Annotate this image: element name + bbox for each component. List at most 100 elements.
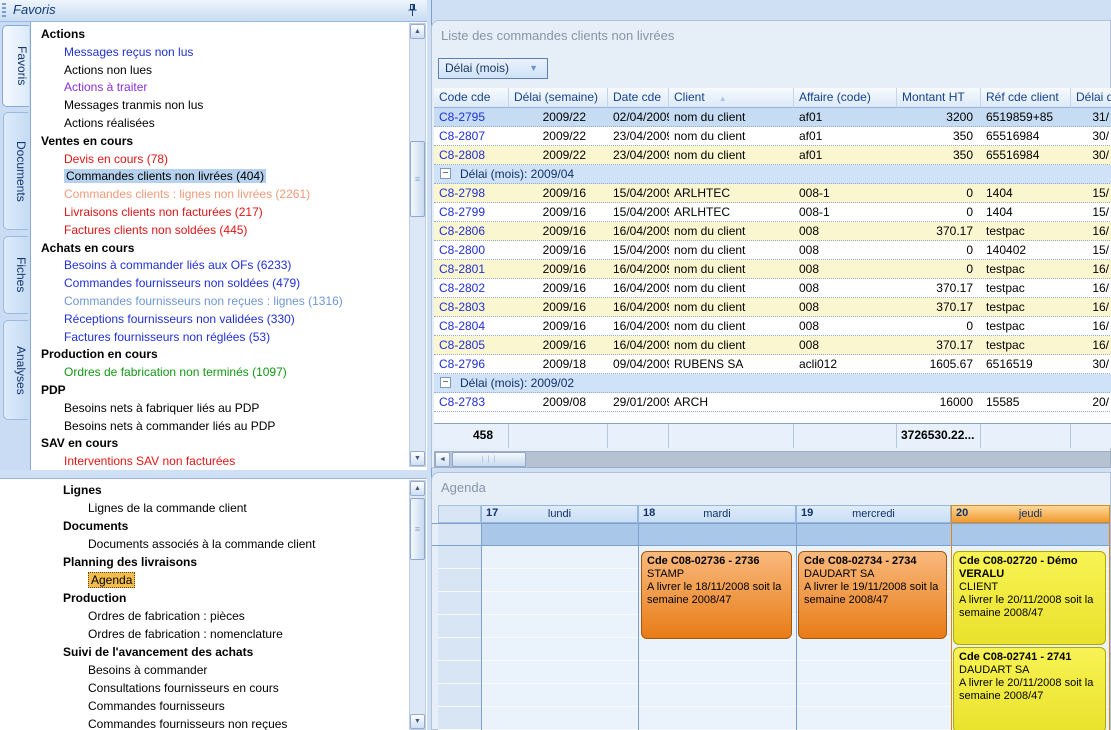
favorites-item[interactable]: Actions à traiter [31, 79, 427, 97]
table-cell: 16/04/2009 [608, 260, 669, 278]
favorites-item[interactable]: Besoins nets à fabriquer liés au PDP [31, 400, 427, 418]
day-column-lundi[interactable] [481, 546, 638, 730]
tab-favoris[interactable]: Favoris [2, 25, 29, 107]
favorites-item[interactable]: Commandes fournisseurs non soldées (479) [31, 275, 427, 293]
favorites-item[interactable]: Commandes clients non livrées (404) [31, 168, 427, 186]
table-cell: 15/ [1071, 203, 1111, 221]
scrollbar-thumb[interactable] [452, 452, 526, 467]
favorites-item-label: Messages reçus non lus [64, 45, 193, 59]
scroll-down-icon[interactable]: ▼ [410, 451, 425, 466]
favorites-item[interactable]: Réceptions fournisseurs non validées (33… [31, 311, 427, 329]
column-header-7[interactable]: Délai de [1071, 88, 1111, 108]
favorites-item[interactable]: Actions réalisées [31, 115, 427, 133]
table-horizontal-scrollbar[interactable]: ◄ [434, 451, 1111, 468]
context-item[interactable]: Agenda [0, 571, 427, 589]
tab-documents[interactable]: Documents [3, 112, 28, 230]
favorites-item[interactable]: Commandes fournisseurs non reçues : lign… [31, 293, 427, 311]
favorites-item[interactable]: Factures fournisseurs non réglées (53) [31, 329, 427, 347]
allday-cell-lundi[interactable] [481, 524, 638, 545]
table-row[interactable]: C8-27992009/1615/04/2009ARLHTEC008-10140… [434, 203, 1111, 222]
favorites-item[interactable]: Besoins nets à commander liés au PDP [31, 418, 427, 436]
scroll-left-icon[interactable]: ◄ [435, 452, 450, 467]
favorites-item[interactable]: Interventions SAV non facturées [31, 453, 427, 470]
scroll-down-icon[interactable]: ▼ [410, 714, 425, 729]
collapse-icon[interactable]: − [440, 377, 451, 388]
favorites-item[interactable]: Actions non lues [31, 62, 427, 80]
favorites-item[interactable]: Messages tranmis non lus [31, 97, 427, 115]
table-cell: 008-1 [794, 203, 897, 221]
table-group-row[interactable]: −Délai (mois): 2009/02 [434, 374, 1111, 393]
favorites-item-label: Livraisons clients non facturées (217) [64, 205, 263, 219]
group-by-dropdown[interactable]: Délai (mois) ▼ [438, 58, 548, 79]
context-scrollbar[interactable]: ▲ ▼ [409, 480, 426, 730]
day-header-lundi[interactable]: 17lundi [481, 505, 638, 523]
table-row[interactable]: C8-28042009/1616/04/2009nom du client008… [434, 317, 1111, 336]
context-item[interactable]: Documents associés à la commande client [0, 535, 427, 553]
favorites-item[interactable]: Commandes clients : lignes non livrées (… [31, 186, 427, 204]
table-cell: 008 [794, 222, 897, 240]
day-header-mardi[interactable]: 18mardi [638, 505, 796, 523]
table-row[interactable]: C8-28062009/1616/04/2009nom du client008… [434, 222, 1111, 241]
context-item[interactable]: Ordres de fabrication : nomenclature [0, 625, 427, 643]
context-item[interactable]: Commandes fournisseurs non reçues [0, 715, 427, 730]
tab-fiches[interactable]: Fiches [3, 236, 28, 314]
event-title: Cde C08-02741 - 2741 [959, 651, 1100, 664]
column-header-5[interactable]: Montant HT [897, 88, 981, 108]
table-row[interactable]: C8-28022009/1616/04/2009nom du client008… [434, 279, 1111, 298]
favorites-item[interactable]: Devis en cours (78) [31, 151, 427, 169]
context-item[interactable]: Commandes fournisseurs [0, 697, 427, 715]
table-cell: 3200 [897, 108, 981, 126]
scrollbar-thumb[interactable] [410, 141, 425, 217]
pin-icon[interactable] [406, 3, 419, 18]
table-row[interactable]: C8-28002009/1615/04/2009nom du client008… [434, 241, 1111, 260]
day-header-jeudi[interactable]: 20jeudi [951, 505, 1110, 523]
agenda-event[interactable]: Cde C08-02741 - 2741DAUDART SAA livrer l… [953, 647, 1106, 730]
favorites-item[interactable]: Factures clients non soldées (445) [31, 222, 427, 240]
orders-list-panel: Liste des commandes clients non livrées … [431, 20, 1111, 468]
table-row[interactable]: C8-28012009/1616/04/2009nom du client008… [434, 260, 1111, 279]
table-row[interactable]: C8-27952009/2202/04/2009nom du clientaf0… [434, 108, 1111, 127]
table-cell: nom du client [669, 317, 794, 335]
favorites-item[interactable]: Besoins à commander liés aux OFs (6233) [31, 257, 427, 275]
drag-grip[interactable] [2, 3, 6, 18]
tab-analyses[interactable]: Analyses [3, 320, 28, 420]
column-header-3[interactable]: Client▲ [669, 88, 794, 108]
table-row[interactable]: C8-28072009/2223/04/2009nom du clientaf0… [434, 127, 1111, 146]
column-header-1[interactable]: Délai (semaine) [509, 88, 608, 108]
table-cell: testpac [981, 298, 1071, 316]
table-row[interactable]: C8-28032009/1616/04/2009nom du client008… [434, 298, 1111, 317]
allday-cell-mardi[interactable] [638, 524, 796, 545]
scroll-up-icon[interactable]: ▲ [410, 481, 425, 496]
column-header-0[interactable]: Code cde [434, 88, 509, 108]
table-cell: testpac [981, 260, 1071, 278]
favorites-scrollbar[interactable]: ▲ ▼ [409, 23, 426, 467]
agenda-event[interactable]: Cde C08-02734 - 2734DAUDART SAA livrer l… [798, 551, 947, 639]
table-row[interactable]: C8-27832009/0829/01/2009ARCH160001558520… [434, 393, 1111, 412]
favorites-item-label: Achats en cours [41, 241, 134, 255]
table-row[interactable]: C8-28082009/2223/04/2009nom du clientaf0… [434, 146, 1111, 165]
favorites-item-label: Messages tranmis non lus [64, 98, 203, 112]
column-header-2[interactable]: Date cde [608, 88, 669, 108]
table-row[interactable]: C8-27982009/1615/04/2009ARLHTEC008-10140… [434, 184, 1111, 203]
collapse-icon[interactable]: − [440, 168, 451, 179]
favorites-item[interactable]: Livraisons clients non facturées (217) [31, 204, 427, 222]
day-header-mercredi[interactable]: 19mercredi [796, 505, 951, 523]
allday-cell-jeudi[interactable] [951, 524, 1110, 545]
context-item[interactable]: Lignes de la commande client [0, 499, 427, 517]
agenda-event[interactable]: Cde C08-02736 - 2736STAMPA livrer le 18/… [641, 551, 792, 639]
agenda-event[interactable]: Cde C08-02720 - Démo VERALUCLIENTA livre… [953, 551, 1106, 645]
column-header-6[interactable]: Réf cde client [981, 88, 1071, 108]
table-group-row[interactable]: −Délai (mois): 2009/04 [434, 165, 1111, 184]
scroll-up-icon[interactable]: ▲ [410, 24, 425, 39]
table-row[interactable]: C8-27962009/1809/04/2009RUBENS SAacli012… [434, 355, 1111, 374]
allday-cell-mercredi[interactable] [796, 524, 951, 545]
scrollbar-thumb[interactable] [410, 498, 425, 560]
column-header-4[interactable]: Affaire (code) [794, 88, 897, 108]
context-item[interactable]: Consultations fournisseurs en cours [0, 679, 427, 697]
context-item[interactable]: Besoins à commander [0, 661, 427, 679]
horizontal-splitter[interactable] [0, 470, 427, 478]
favorites-item[interactable]: Ordres de fabrication non terminés (1097… [31, 364, 427, 382]
table-row[interactable]: C8-28052009/1616/04/2009nom du client008… [434, 336, 1111, 355]
favorites-item[interactable]: Messages reçus non lus [31, 44, 427, 62]
context-item[interactable]: Ordres de fabrication : pièces [0, 607, 427, 625]
